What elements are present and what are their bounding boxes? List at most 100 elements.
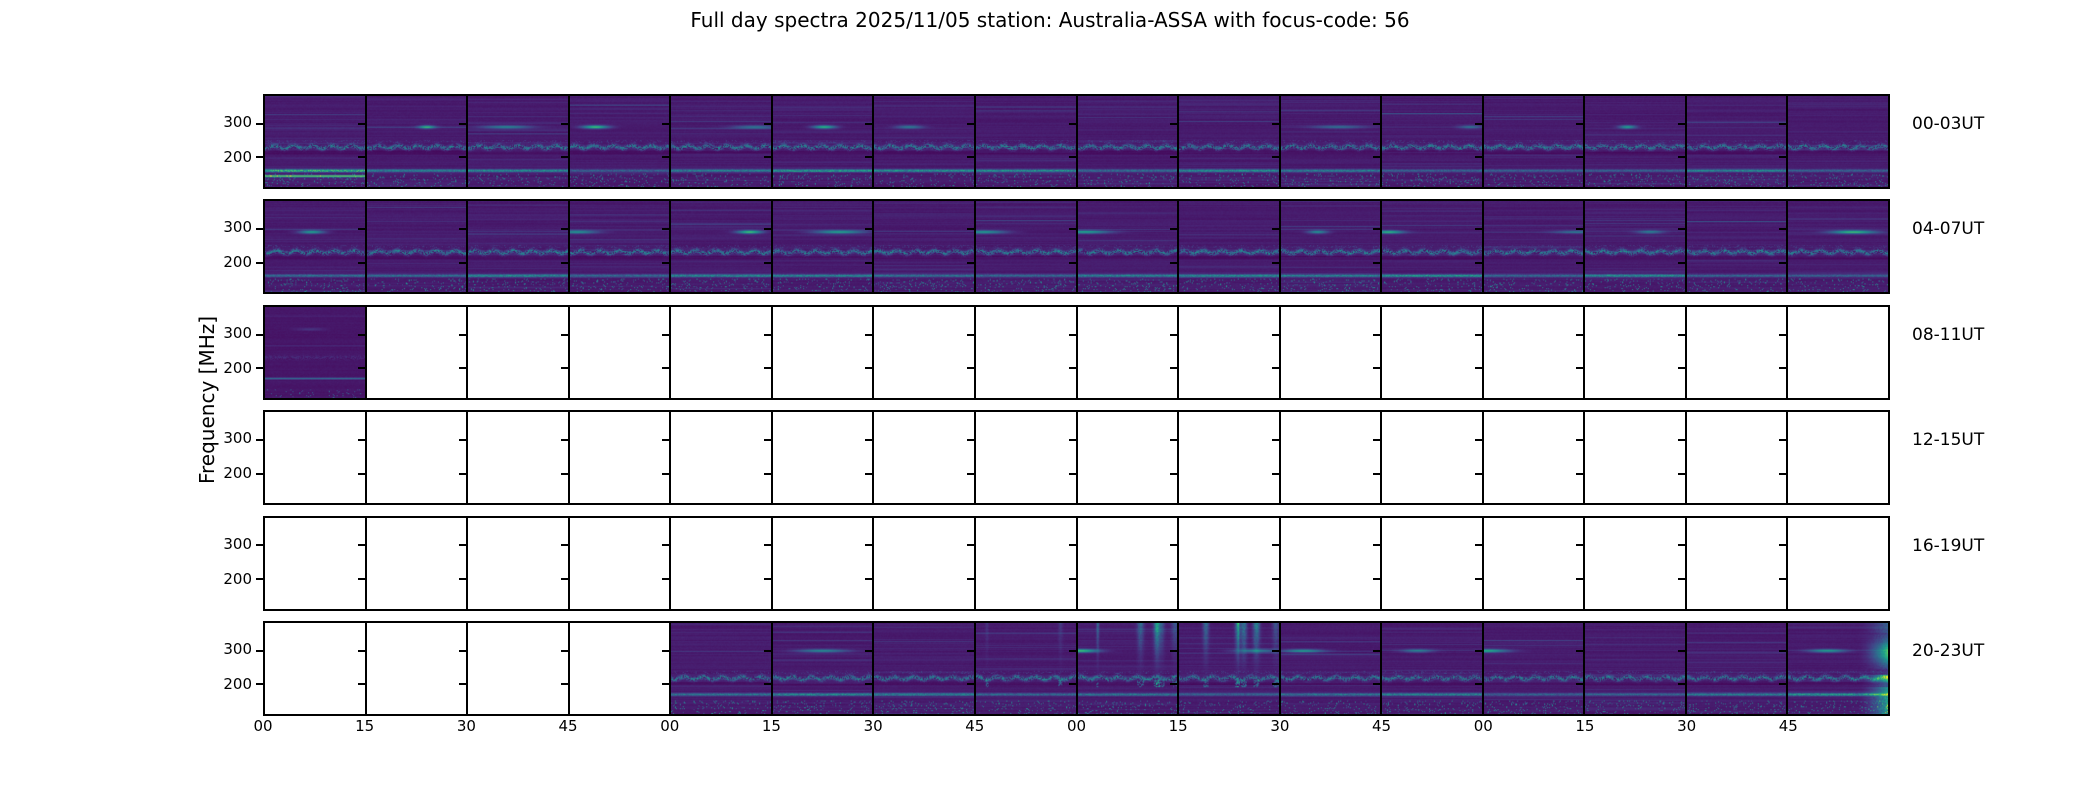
y-tick-mark (865, 650, 872, 652)
spectrogram-tile (1078, 412, 1180, 503)
spectrogram-tile (468, 201, 570, 292)
y-tick-mark (662, 544, 669, 546)
spectrogram-tile (265, 518, 367, 609)
y-tick-mark (1576, 367, 1583, 369)
spectrogram-tile (1078, 518, 1180, 609)
row-time-label: 08-11UT (1912, 325, 1984, 345)
y-tick-mark (764, 650, 771, 652)
y-tick-label: 300 (212, 326, 252, 341)
y-tick-mark (1069, 544, 1076, 546)
spectrogram-image (1484, 623, 1584, 714)
y-tick-mark (561, 683, 568, 685)
y-tick-mark (459, 544, 466, 546)
spectrogram-image (1281, 623, 1381, 714)
y-tick-mark (358, 228, 365, 230)
y-tick-mark (1475, 367, 1482, 369)
spectrogram-tile (874, 412, 976, 503)
spectrogram-image (1585, 623, 1685, 714)
spectrogram-tile (1788, 307, 1888, 398)
spectrogram-tile (1179, 201, 1281, 292)
y-tick-mark (865, 473, 872, 475)
spectrogram-image (1788, 201, 1888, 292)
y-tick-mark (1678, 439, 1685, 441)
x-tick-label: 30 (444, 719, 488, 734)
y-tick-mark (1373, 123, 1380, 125)
y-tick-mark (459, 228, 466, 230)
spectrogram-tile (1382, 623, 1484, 714)
spectrogram-image (1585, 96, 1685, 187)
y-tick-mark (256, 367, 263, 369)
spectrogram-tile (1382, 518, 1484, 609)
y-tick-mark (865, 334, 872, 336)
spectrogram-tile (570, 96, 672, 187)
y-tick-mark (764, 334, 771, 336)
y-tick-mark (1678, 367, 1685, 369)
spectrogram-tile (1382, 96, 1484, 187)
x-tick-label: 00 (648, 719, 692, 734)
y-tick-mark (1272, 123, 1279, 125)
y-tick-mark (967, 473, 974, 475)
spectrogram-image (1078, 96, 1178, 187)
spectrogram-tile (1281, 307, 1383, 398)
y-tick-mark (459, 650, 466, 652)
spectrogram-row-16-19ut (263, 516, 1890, 611)
spectrogram-tile (671, 96, 773, 187)
y-tick-mark (561, 439, 568, 441)
y-tick-mark (1373, 578, 1380, 580)
spectrogram-tile (1382, 201, 1484, 292)
y-tick-mark (256, 156, 263, 158)
y-tick-mark (1779, 367, 1786, 369)
y-tick-mark (1678, 650, 1685, 652)
spectrogram-tile (1281, 201, 1383, 292)
y-tick-mark (967, 439, 974, 441)
y-tick-mark (256, 473, 263, 475)
spectrogram-image (1078, 623, 1178, 714)
y-tick-mark (561, 367, 568, 369)
y-tick-mark (967, 228, 974, 230)
y-tick-mark (967, 123, 974, 125)
y-tick-mark (1373, 262, 1380, 264)
spectrogram-image (265, 96, 365, 187)
y-tick-mark (1678, 544, 1685, 546)
y-tick-mark (358, 683, 365, 685)
spectrogram-tile (1078, 623, 1180, 714)
y-tick-mark (865, 439, 872, 441)
y-tick-mark (662, 473, 669, 475)
spectrogram-tile (1687, 307, 1789, 398)
y-tick-mark (561, 262, 568, 264)
spectrogram-tile (1281, 623, 1383, 714)
spectrogram-image (1078, 201, 1178, 292)
y-tick-mark (1272, 578, 1279, 580)
spectrogram-tile (1281, 518, 1383, 609)
x-tick-label: 00 (1055, 719, 1099, 734)
spectrogram-tile (468, 96, 570, 187)
spectrogram-tile (468, 307, 570, 398)
y-tick-mark (1272, 683, 1279, 685)
y-tick-mark (1373, 650, 1380, 652)
y-tick-mark (662, 578, 669, 580)
y-tick-mark (561, 650, 568, 652)
y-tick-mark (764, 123, 771, 125)
y-tick-mark (1272, 439, 1279, 441)
y-tick-mark (1170, 228, 1177, 230)
spectrogram-image (1788, 623, 1888, 714)
spectrogram-tile (1788, 201, 1888, 292)
spectrogram-tile (1281, 96, 1383, 187)
y-tick-mark (1779, 439, 1786, 441)
y-tick-mark (1475, 334, 1482, 336)
y-tick-mark (459, 123, 466, 125)
spectrogram-tile (1687, 412, 1789, 503)
y-tick-mark (1373, 334, 1380, 336)
y-tick-mark (561, 156, 568, 158)
spectrogram-image (976, 623, 1076, 714)
y-tick-mark (1475, 123, 1482, 125)
y-tick-mark (1069, 578, 1076, 580)
spectrogram-tile (773, 96, 875, 187)
y-tick-mark (1779, 262, 1786, 264)
spectrogram-image (367, 96, 467, 187)
y-tick-mark (459, 578, 466, 580)
spectrogram-image (874, 96, 974, 187)
y-tick-mark (967, 262, 974, 264)
spectrogram-tile (671, 201, 773, 292)
y-tick-mark (459, 683, 466, 685)
